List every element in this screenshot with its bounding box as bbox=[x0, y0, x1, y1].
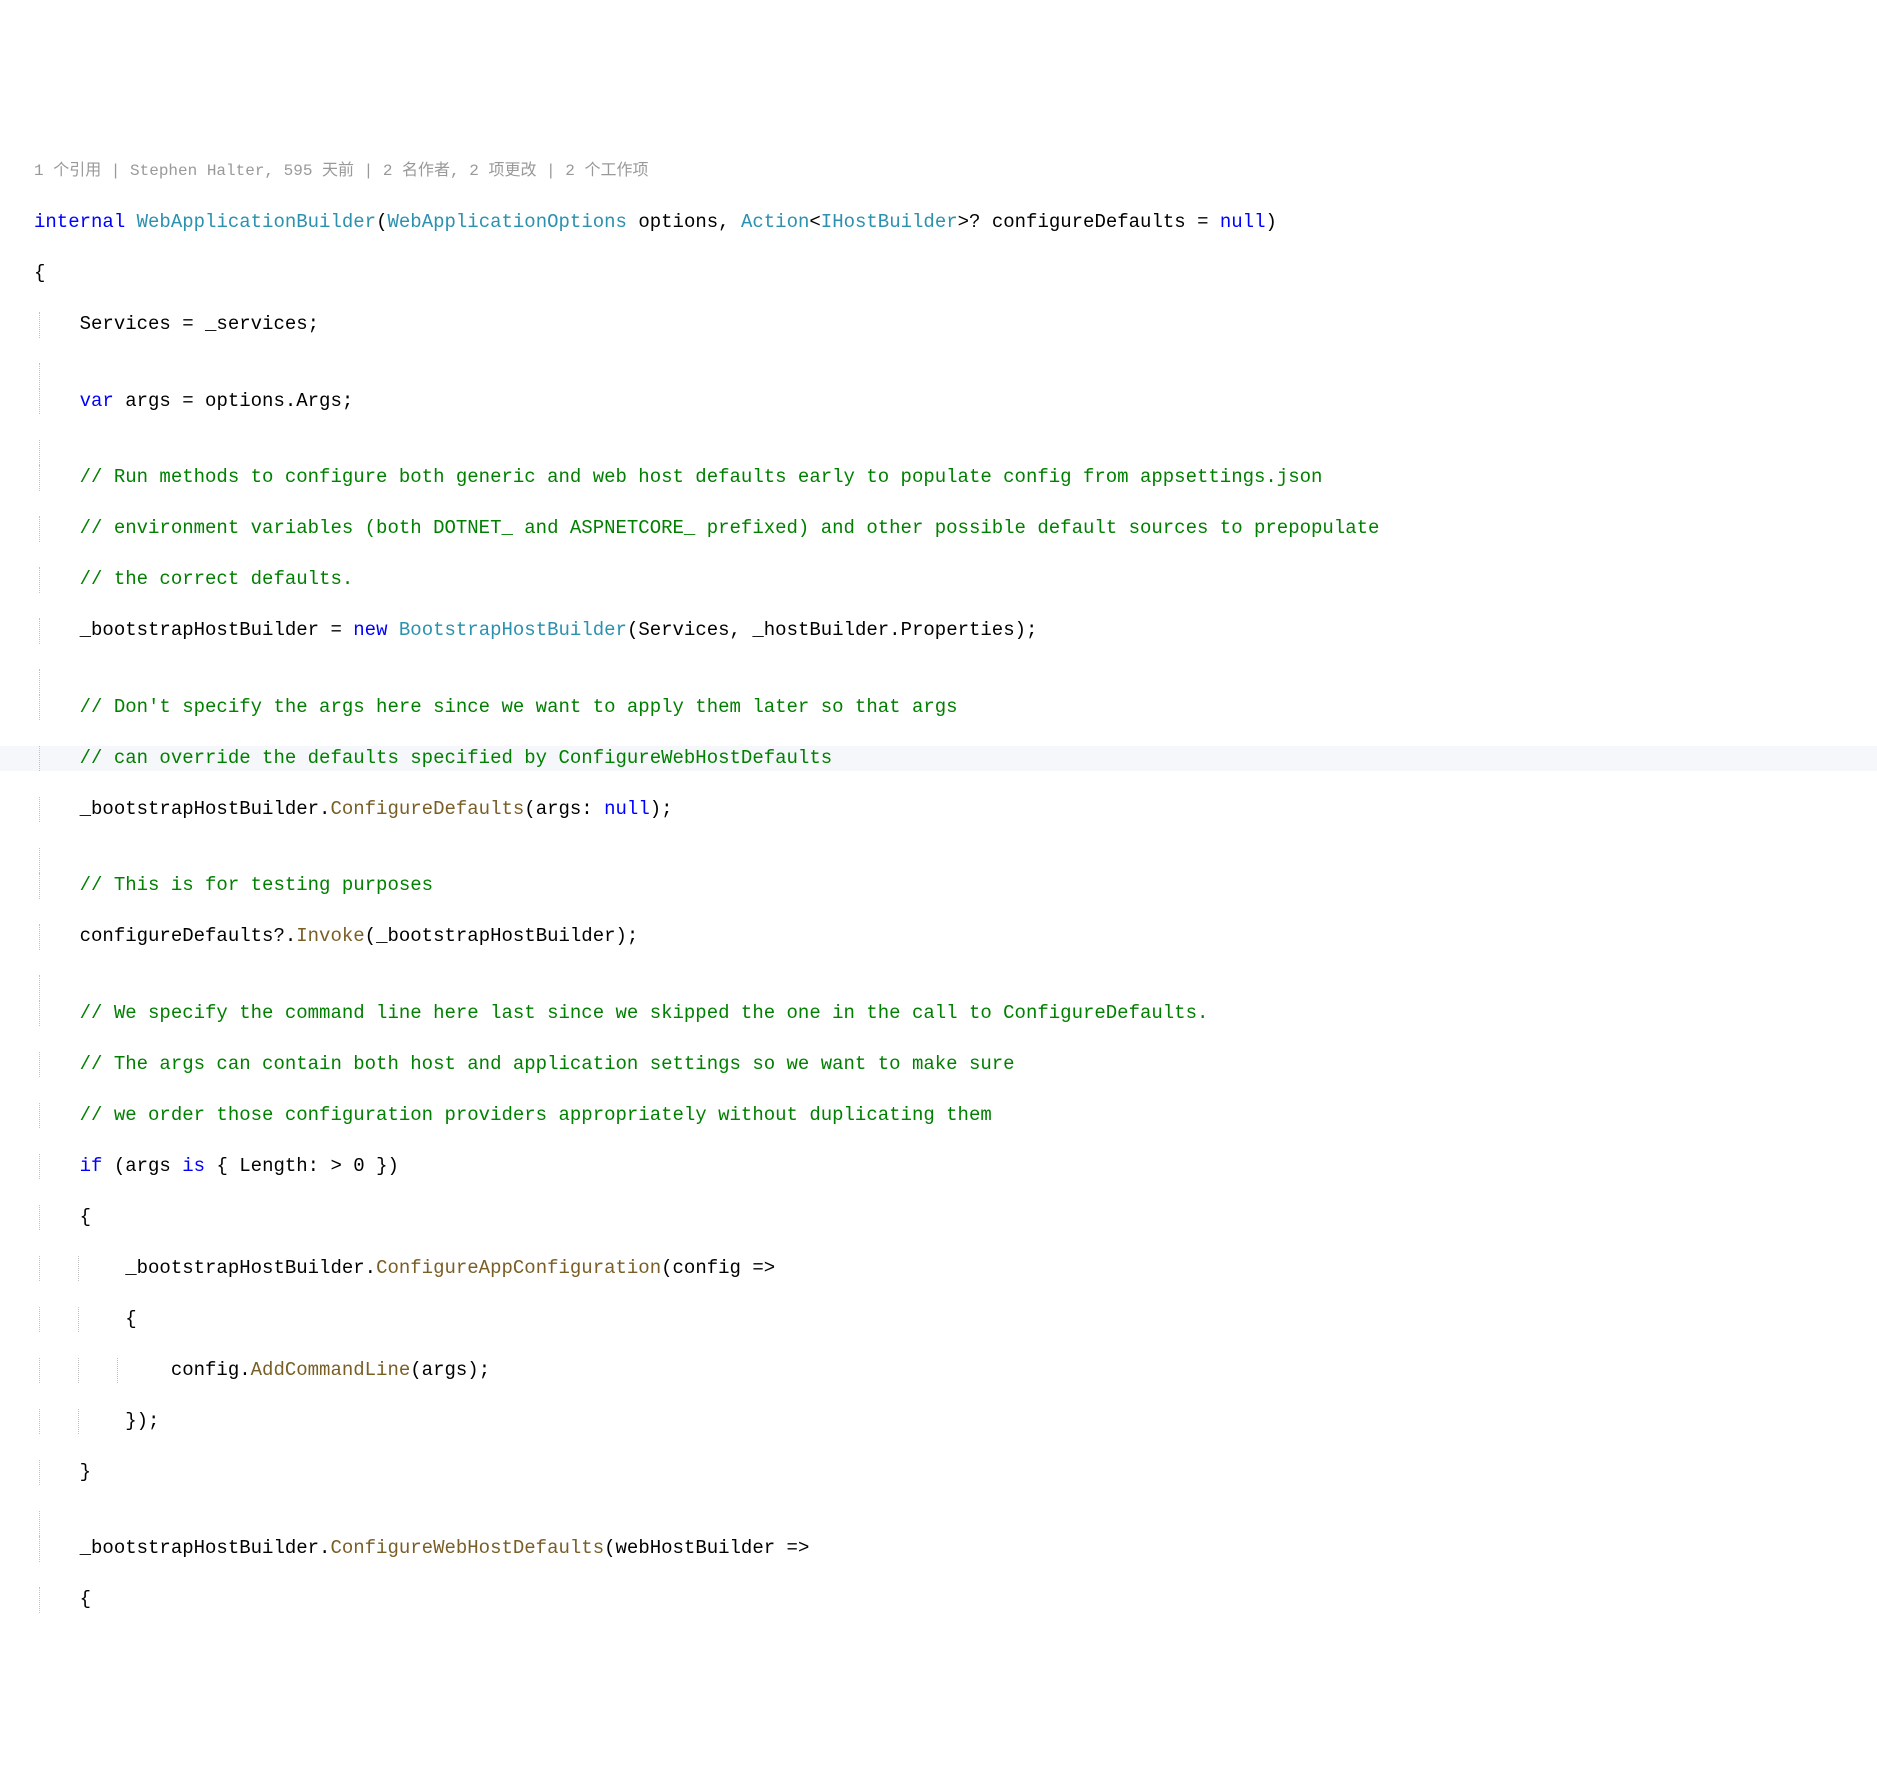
codelens-blame-line[interactable]: 1 个引用 | Stephen Halter, 595 天前 | 2 名作者, … bbox=[0, 158, 1877, 185]
code-line[interactable]: // environment variables (both DOTNET_ a… bbox=[0, 516, 1877, 542]
code-line[interactable]: _bootstrapHostBuilder = new BootstrapHos… bbox=[0, 618, 1877, 644]
code-line[interactable]: _bootstrapHostBuilder.ConfigureAppConfig… bbox=[0, 1256, 1877, 1282]
comment: // environment variables (both DOTNET_ a… bbox=[34, 517, 1379, 539]
keyword-if: if bbox=[80, 1155, 103, 1177]
code-line[interactable]: _bootstrapHostBuilder.ConfigureDefaults(… bbox=[0, 797, 1877, 823]
method-configurewebhostdefaults: ConfigureWebHostDefaults bbox=[330, 1537, 604, 1559]
type-webapplicationoptions: WebApplicationOptions bbox=[387, 211, 626, 233]
code-line[interactable]: } bbox=[0, 1460, 1877, 1486]
code-line[interactable]: { bbox=[0, 1205, 1877, 1231]
blame-text[interactable]: 1 个引用 | Stephen Halter, 595 天前 | 2 名作者, … bbox=[34, 162, 648, 180]
code-line[interactable]: config.AddCommandLine(args); bbox=[0, 1358, 1877, 1384]
comment: // can override the defaults specified b… bbox=[34, 747, 832, 769]
method-configuredefaults: ConfigureDefaults bbox=[330, 798, 524, 820]
code-line[interactable]: { bbox=[0, 1587, 1877, 1613]
type-ihostbuilder: IHostBuilder bbox=[821, 211, 958, 233]
comment: // the correct defaults. bbox=[34, 568, 353, 590]
code-line[interactable]: { bbox=[0, 1307, 1877, 1333]
comment: // This is for testing purposes bbox=[34, 874, 433, 896]
comment: // The args can contain both host and ap… bbox=[34, 1053, 1015, 1075]
code-line[interactable]: }); bbox=[0, 1409, 1877, 1435]
code-line[interactable]: // This is for testing purposes bbox=[0, 873, 1877, 899]
comment: // We specify the command line here last… bbox=[34, 1002, 1208, 1024]
keyword-is: is bbox=[182, 1155, 205, 1177]
code-line[interactable]: // We specify the command line here last… bbox=[0, 1001, 1877, 1027]
method-configureappconfiguration: ConfigureAppConfiguration bbox=[376, 1257, 661, 1279]
type-action: Action bbox=[741, 211, 809, 233]
code-line[interactable]: // the correct defaults. bbox=[0, 567, 1877, 593]
keyword-internal: internal bbox=[34, 211, 125, 233]
comment: // Run methods to configure both generic… bbox=[34, 466, 1322, 488]
keyword-null: null bbox=[604, 798, 650, 820]
code-line[interactable]: var args = options.Args; bbox=[0, 389, 1877, 415]
code-line[interactable]: internal WebApplicationBuilder(WebApplic… bbox=[0, 210, 1877, 236]
code-line[interactable]: { bbox=[0, 261, 1877, 287]
keyword-var: var bbox=[80, 390, 114, 412]
code-line[interactable]: // The args can contain both host and ap… bbox=[0, 1052, 1877, 1078]
code-line[interactable]: Services = _services; bbox=[0, 312, 1877, 338]
code-line[interactable]: if (args is { Length: > 0 }) bbox=[0, 1154, 1877, 1180]
code-line-current[interactable]: // can override the defaults specified b… bbox=[0, 746, 1877, 772]
method-addcommandline: AddCommandLine bbox=[251, 1359, 411, 1381]
code-editor-viewport[interactable]: 1 个引用 | Stephen Halter, 595 天前 | 2 名作者, … bbox=[0, 102, 1877, 1664]
type-bootstraphostbuilder: BootstrapHostBuilder bbox=[399, 619, 627, 641]
keyword-null: null bbox=[1220, 211, 1266, 233]
keyword-new: new bbox=[353, 619, 387, 641]
comment: // we order those configuration provider… bbox=[34, 1104, 992, 1126]
method-invoke: Invoke bbox=[296, 925, 364, 947]
comment: // Don't specify the args here since we … bbox=[34, 696, 958, 718]
code-line[interactable]: configureDefaults?.Invoke(_bootstrapHost… bbox=[0, 924, 1877, 950]
code-line[interactable]: // Run methods to configure both generic… bbox=[0, 465, 1877, 491]
type-webapplicationbuilder: WebApplicationBuilder bbox=[137, 211, 376, 233]
code-line[interactable]: // Don't specify the args here since we … bbox=[0, 695, 1877, 721]
code-line[interactable]: _bootstrapHostBuilder.ConfigureWebHostDe… bbox=[0, 1536, 1877, 1562]
code-line[interactable]: // we order those configuration provider… bbox=[0, 1103, 1877, 1129]
